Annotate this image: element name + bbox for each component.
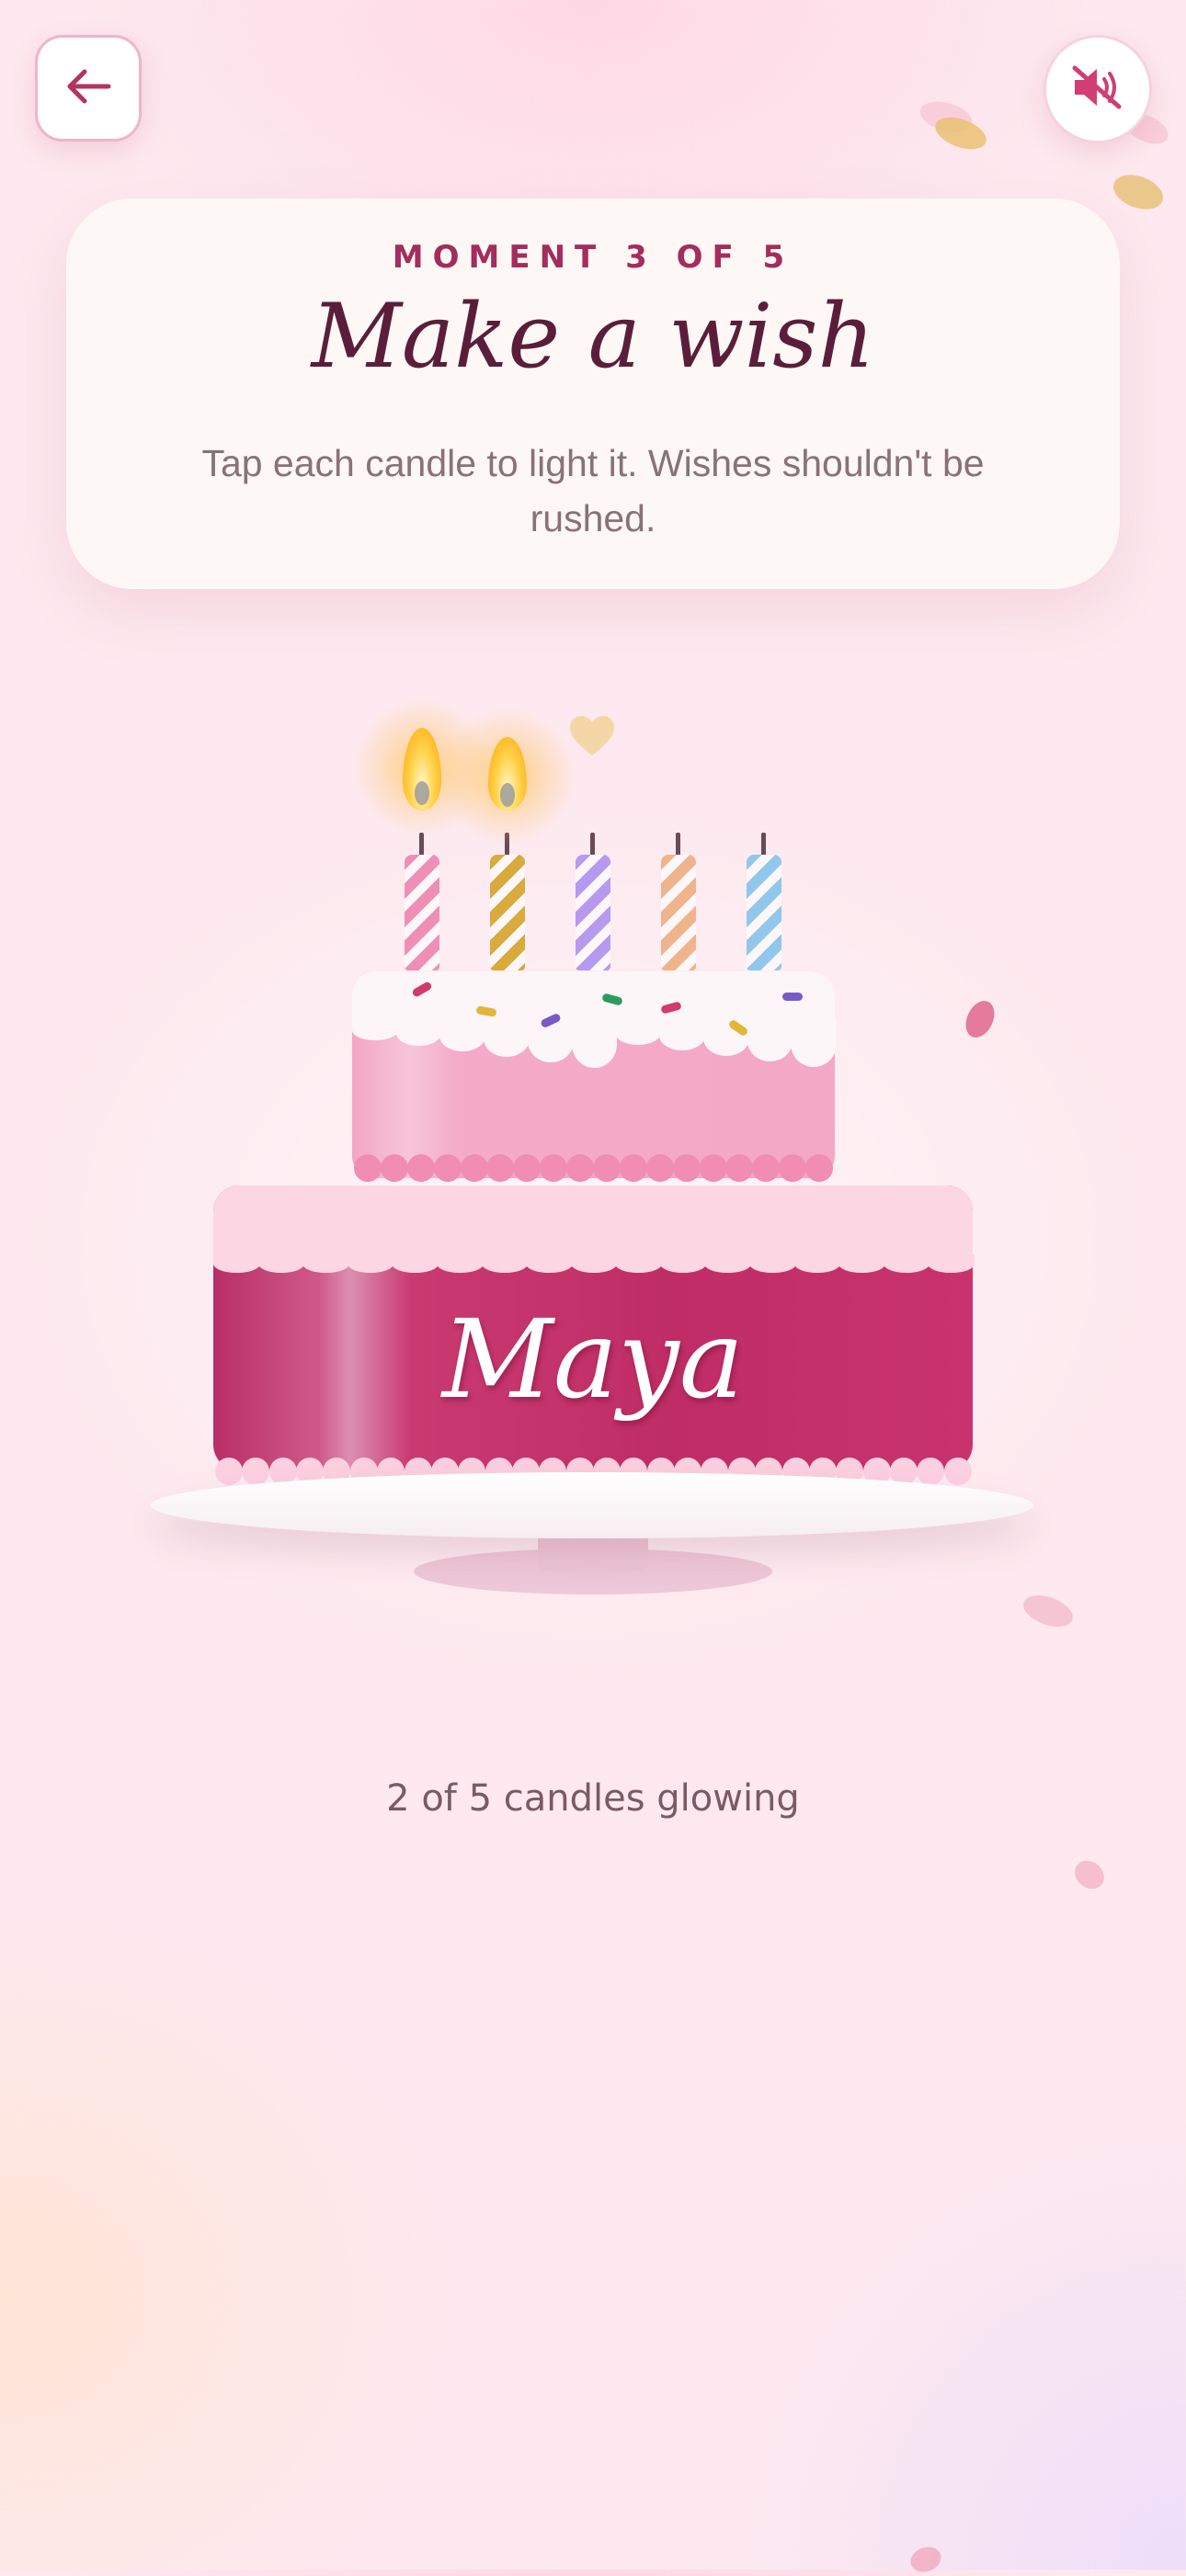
candle-body: [747, 855, 781, 970]
cake-bead: [433, 1154, 462, 1182]
cake-bead: [354, 1154, 382, 1182]
cake-bead: [672, 1154, 701, 1182]
candle-body: [405, 855, 439, 970]
cake-bead: [619, 1154, 647, 1182]
moment-card: MOMENT 3 OF 5 Make a wish Tap each candl…: [66, 199, 1120, 589]
frosting-drip: [749, 1254, 796, 1273]
frosting-drip: [257, 1254, 305, 1273]
flame-core: [415, 781, 429, 805]
frosting-drip: [484, 1020, 530, 1057]
speaker-muted-icon: [1071, 64, 1124, 114]
heart-icon: [568, 715, 616, 761]
arrow-left-icon: [64, 68, 112, 108]
petal-decoration: [960, 996, 1000, 1042]
cake-bead: [215, 1458, 243, 1485]
candle-wick: [761, 833, 766, 857]
frosting-drip: [571, 1020, 618, 1068]
frosting-drip: [481, 1254, 529, 1273]
frosting-drip: [615, 1020, 662, 1045]
frosting-drip: [439, 1020, 486, 1051]
petal-decoration: [1068, 1855, 1111, 1895]
cake-bead: [917, 1458, 945, 1485]
candle-wick: [590, 833, 595, 857]
cake-bead: [380, 1154, 408, 1182]
candle-body: [576, 855, 610, 970]
frosting-drip: [615, 1254, 662, 1273]
petal-decoration: [1108, 168, 1169, 216]
cake-bead: [566, 1154, 595, 1182]
cake-bead: [593, 1154, 621, 1182]
frosting-drip: [838, 1254, 885, 1273]
frosting-drip: [883, 1254, 930, 1273]
frosting-drip: [659, 1020, 705, 1050]
candle-body: [490, 855, 525, 970]
candle-body: [661, 855, 696, 970]
page-title: Make a wish: [311, 285, 875, 388]
cake-bead: [805, 1154, 834, 1182]
frosting-drip: [793, 1254, 841, 1273]
frosting-drip: [395, 1020, 442, 1046]
frosting-drip: [791, 1020, 837, 1067]
sound-toggle-button[interactable]: [1043, 35, 1152, 143]
cake-bottom-frosting: [213, 1186, 973, 1259]
back-button[interactable]: [35, 35, 142, 142]
frosting-drip: [347, 1254, 394, 1273]
frosting-drip: [436, 1254, 484, 1273]
frosting-drip: [747, 1020, 793, 1061]
cake-bead: [943, 1458, 972, 1485]
frosting-drip: [526, 1254, 573, 1273]
sprinkle: [782, 993, 803, 1001]
cake-top-frosting: [352, 971, 835, 1027]
frosting-drip: [392, 1254, 439, 1273]
petal-decoration: [1019, 1589, 1078, 1633]
frosting-drip: [352, 1020, 398, 1040]
frosting-drip: [704, 1254, 752, 1273]
cake-bead: [242, 1458, 270, 1485]
frosting-drip: [928, 1254, 975, 1273]
frosting-drip: [213, 1254, 260, 1273]
frosting-drip: [527, 1020, 574, 1062]
candle-status-text: 2 of 5 candles glowing: [386, 1777, 800, 1820]
frosting-drip: [659, 1254, 707, 1273]
petal-decoration: [907, 2542, 945, 2576]
candle-wick: [676, 833, 680, 857]
cake-name-text: Maya: [441, 1296, 745, 1423]
cake-bead: [460, 1154, 488, 1182]
frosting-drip: [302, 1254, 349, 1273]
cake-bead: [645, 1154, 674, 1182]
instruction-text: Tap each candle to light it. Wishes shou…: [201, 442, 985, 539]
cake-bead: [699, 1154, 727, 1182]
flame-core: [500, 783, 515, 807]
frosting-drip: [570, 1254, 618, 1273]
cake-bead: [406, 1154, 435, 1182]
moment-progress-label: MOMENT 3 OF 5: [392, 239, 794, 276]
cake-plate: [151, 1472, 1033, 1538]
